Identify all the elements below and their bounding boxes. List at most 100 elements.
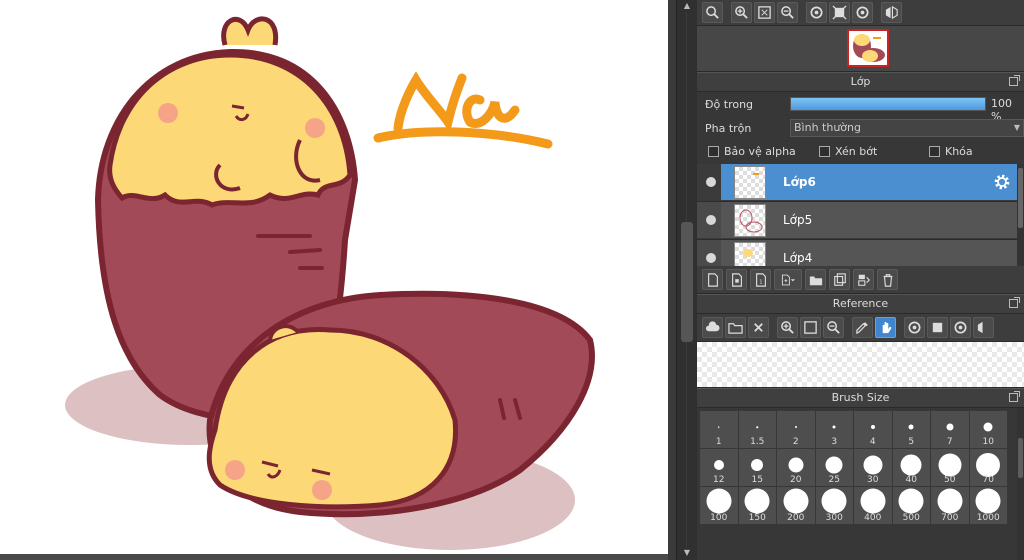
brush-size-cell[interactable]: 2 <box>777 411 815 448</box>
clipping-checkbox[interactable]: Xén bớt <box>819 145 877 158</box>
reference-canvas[interactable] <box>697 342 1024 388</box>
brush-size-cell[interactable]: 1.5 <box>738 411 776 448</box>
folder-icon[interactable] <box>805 269 826 290</box>
duplicate-layer-icon[interactable] <box>829 269 850 290</box>
cloud-icon[interactable] <box>702 317 723 338</box>
brush-size-cell[interactable]: 100 <box>700 487 738 524</box>
new-1bit-layer-icon[interactable]: 1 <box>750 269 771 290</box>
brush-size-dot-icon <box>937 488 963 514</box>
popout-icon[interactable] <box>1009 75 1020 86</box>
brush-size-cell[interactable]: 50 <box>931 449 969 486</box>
drawing-canvas[interactable] <box>0 0 668 560</box>
rotate-right-icon[interactable] <box>852 2 873 23</box>
brush-size-cell[interactable]: 20 <box>777 449 815 486</box>
lock-label: Khóa <box>945 145 973 158</box>
opacity-label: Độ trong <box>705 97 754 111</box>
brush-size-dot-icon <box>983 422 993 432</box>
blend-mode-select[interactable]: Bình thường ▼ <box>790 119 1024 137</box>
brush-size-cell[interactable]: 15 <box>738 449 776 486</box>
lock-checkbox[interactable]: Khóa <box>929 145 973 158</box>
brush-size-cell[interactable]: 30 <box>854 449 892 486</box>
protect-alpha-checkbox[interactable]: Bảo vệ alpha <box>708 145 796 158</box>
trash-icon[interactable] <box>877 269 898 290</box>
reset-view-icon[interactable] <box>829 2 850 23</box>
brush-size-dot-icon <box>744 488 770 514</box>
layer-row[interactable]: Lớp5 <box>697 202 1017 239</box>
rotate-left-icon[interactable] <box>806 2 827 23</box>
layer-list-scrollbar[interactable] <box>1017 164 1024 266</box>
checkbox-box[interactable] <box>929 146 940 157</box>
brush-size-cell[interactable]: 40 <box>892 449 930 486</box>
flip-horizontal-icon[interactable] <box>881 2 902 23</box>
layer-options-row: Bảo vệ alpha Xén bớt Khóa <box>697 140 1024 164</box>
brush-size-cell[interactable]: 1 <box>700 411 738 448</box>
eye-icon[interactable] <box>706 177 716 187</box>
brush-size-cell[interactable]: 3 <box>815 411 853 448</box>
brush-size-cell[interactable]: 70 <box>969 449 1007 486</box>
brush-size-cell[interactable]: 10 <box>969 411 1007 448</box>
scroll-thumb[interactable] <box>681 222 693 342</box>
rotate-right-icon[interactable] <box>950 317 971 338</box>
brush-size-cell[interactable]: 700 <box>931 487 969 524</box>
zoom-out-icon[interactable] <box>823 317 844 338</box>
brush-size-cell[interactable]: 12 <box>700 449 738 486</box>
brush-size-cell[interactable]: 300 <box>815 487 853 524</box>
hand-icon[interactable] <box>875 317 896 338</box>
zoom-fit-icon[interactable] <box>702 2 723 23</box>
layer-row[interactable]: Lớp4 <box>697 240 1017 266</box>
brush-size-dot-icon <box>788 457 804 473</box>
layer-row[interactable]: Lớp6 <box>697 164 1017 201</box>
popout-icon[interactable] <box>1009 297 1020 308</box>
scroll-down-arrow-icon[interactable]: ▼ <box>681 548 693 558</box>
brush-size-label: 12 <box>713 475 725 485</box>
open-folder-icon[interactable] <box>725 317 746 338</box>
brush-size-cell[interactable]: 5 <box>892 411 930 448</box>
brush-size-cell[interactable]: 400 <box>854 487 892 524</box>
scroll-up-arrow-icon[interactable]: ▲ <box>681 1 693 11</box>
checkbox-box[interactable] <box>708 146 719 157</box>
close-icon[interactable] <box>748 317 769 338</box>
blend-row: Pha trộn Bình thường ▼ <box>697 116 1024 140</box>
gear-icon[interactable] <box>993 173 1011 191</box>
reset-view-icon[interactable] <box>927 317 948 338</box>
canvas-vertical-scrollbar[interactable]: ▲ ▼ <box>676 0 696 560</box>
layer-list-scroll-thumb[interactable] <box>1018 168 1023 228</box>
opacity-slider[interactable] <box>790 97 986 111</box>
zoom-in-icon[interactable] <box>777 317 798 338</box>
navigator-preview[interactable] <box>697 26 1024 72</box>
brush-size-cell[interactable]: 4 <box>854 411 892 448</box>
brush-size-label: 30 <box>867 475 879 485</box>
eye-icon[interactable] <box>706 215 716 225</box>
merge-down-icon[interactable] <box>853 269 874 290</box>
brush-size-dot-icon <box>863 455 883 475</box>
brush-size-cell[interactable]: 7 <box>931 411 969 448</box>
navigator-thumbnail[interactable] <box>847 29 889 67</box>
new-layer-icon[interactable] <box>702 269 723 290</box>
brush-size-cell[interactable]: 25 <box>815 449 853 486</box>
brush-size-label: 20 <box>790 475 802 485</box>
brush-size-cell[interactable]: 1000 <box>969 487 1007 524</box>
fit-screen-icon[interactable] <box>800 317 821 338</box>
brush-size-dot-icon <box>975 488 1001 514</box>
eyedropper-icon[interactable] <box>852 317 873 338</box>
rotate-left-icon[interactable] <box>904 317 925 338</box>
app-window: ▲ ▼ Lớp Độ trong 100 % Pha trộn Bình thư… <box>0 0 1024 560</box>
brush-size-cell[interactable]: 200 <box>777 487 815 524</box>
brush-grid-scroll-thumb[interactable] <box>1018 438 1023 478</box>
zoom-out-icon[interactable] <box>777 2 798 23</box>
flip-horizontal-icon[interactable] <box>973 317 994 338</box>
eye-icon[interactable] <box>706 253 716 263</box>
brush-size-grid: 1 1.5 2 3 4 5 7 10 12 15 20 25 30 40 50 70 100 150 200 300 4… <box>697 408 1024 560</box>
add-layer-menu-icon[interactable] <box>774 269 802 290</box>
brush-size-cell[interactable]: 500 <box>892 487 930 524</box>
layer-thumbnail <box>734 204 766 237</box>
brush-grid-scrollbar[interactable] <box>1017 408 1024 560</box>
brush-size-label: 7 <box>946 437 953 447</box>
new-halftone-layer-icon[interactable] <box>726 269 747 290</box>
popout-icon[interactable] <box>1009 391 1020 402</box>
clipping-label: Xén bớt <box>835 145 878 158</box>
checkbox-box[interactable] <box>819 146 830 157</box>
brush-size-cell[interactable]: 150 <box>738 487 776 524</box>
zoom-in-icon[interactable] <box>731 2 752 23</box>
fit-screen-icon[interactable] <box>754 2 775 23</box>
